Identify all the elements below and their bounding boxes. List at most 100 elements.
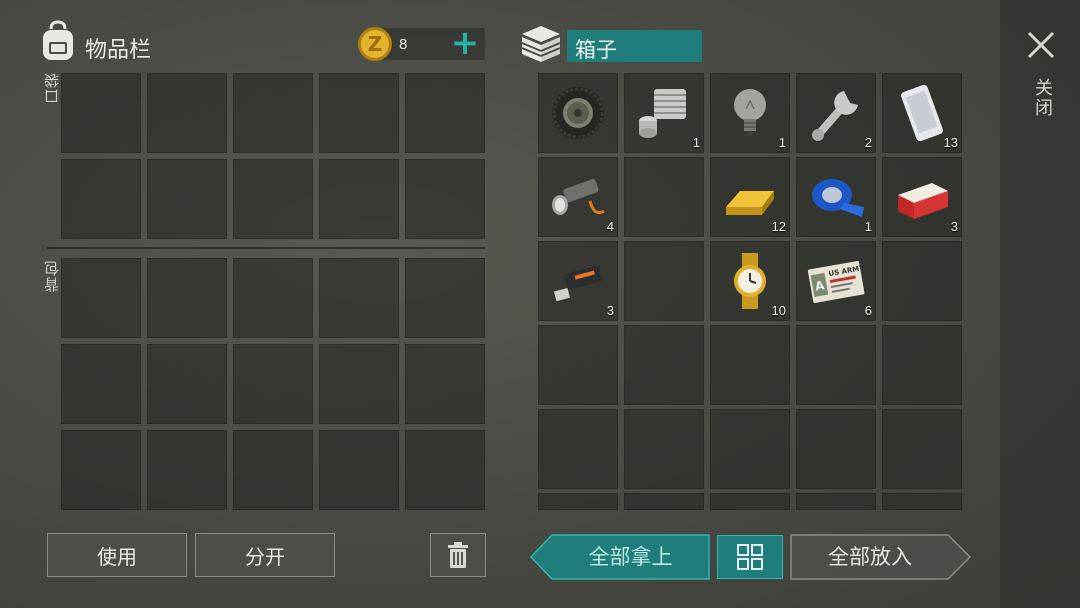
pocket-slot[interactable] bbox=[319, 73, 399, 153]
pocket-slot[interactable] bbox=[405, 73, 485, 153]
container-slot[interactable] bbox=[538, 325, 618, 405]
split-button[interactable]: 分开 bbox=[195, 533, 335, 577]
container-slot[interactable] bbox=[796, 325, 876, 405]
cigarette-pack-icon bbox=[898, 183, 948, 219]
item-quantity: 3 bbox=[950, 219, 958, 234]
container-slot[interactable]: A US ARMY 6 bbox=[796, 241, 876, 321]
inventory-panel: 物品栏 Z 8 + 口袋 背包 使用 分开 bbox=[0, 0, 500, 608]
container-slot[interactable]: 10 bbox=[710, 241, 790, 321]
container-slot[interactable]: 3 bbox=[538, 241, 618, 321]
item-quantity: 1 bbox=[778, 135, 786, 150]
container-slot[interactable] bbox=[624, 409, 704, 489]
coin-icon: Z bbox=[356, 25, 394, 63]
pocket-slot[interactable] bbox=[147, 159, 227, 239]
container-slot[interactable] bbox=[624, 493, 704, 510]
container-slot[interactable] bbox=[796, 493, 876, 510]
backpack-slot[interactable] bbox=[233, 344, 313, 424]
backpack-slot[interactable] bbox=[147, 258, 227, 338]
engine-cylinder-icon bbox=[639, 89, 686, 138]
svg-text:Z: Z bbox=[368, 32, 383, 56]
put-all-label: 全部放入 bbox=[828, 545, 912, 569]
pocket-slot[interactable] bbox=[61, 73, 141, 153]
pocket-slot[interactable] bbox=[233, 73, 313, 153]
usb-drive-icon bbox=[553, 265, 603, 302]
container-slot[interactable] bbox=[882, 493, 962, 510]
item-quantity: 12 bbox=[771, 219, 786, 234]
item-quantity: 13 bbox=[943, 135, 958, 150]
container-slot[interactable] bbox=[624, 325, 704, 405]
container-slot[interactable]: 1 bbox=[624, 73, 704, 153]
pocket-slot[interactable] bbox=[233, 159, 313, 239]
close-button[interactable]: 关闭 bbox=[1018, 28, 1062, 128]
grid-icon bbox=[737, 544, 763, 570]
container-slot[interactable] bbox=[710, 493, 790, 510]
trash-button[interactable] bbox=[430, 533, 486, 577]
take-all-button[interactable]: 全部拿上 bbox=[530, 534, 710, 580]
pocket-label: 口袋 bbox=[43, 72, 61, 104]
backpack-slot[interactable] bbox=[233, 258, 313, 338]
trash-icon bbox=[448, 542, 468, 568]
item-quantity: 10 bbox=[771, 303, 786, 318]
container-slot[interactable] bbox=[538, 409, 618, 489]
item-quantity: 1 bbox=[692, 135, 700, 150]
container-slot[interactable] bbox=[538, 73, 618, 153]
backpack-label: 背包 bbox=[43, 260, 61, 292]
blue-tape-icon bbox=[812, 179, 864, 217]
backpack-slot[interactable] bbox=[319, 344, 399, 424]
put-all-button[interactable]: 全部放入 bbox=[790, 534, 972, 580]
container-grid: 1 1 2 13 4 12 1 3 3 10 A US ARMY 6 bbox=[500, 0, 1000, 608]
flashlight-icon bbox=[552, 179, 605, 215]
backpack-slot[interactable] bbox=[405, 344, 485, 424]
close-icon bbox=[1027, 31, 1055, 59]
backpack-slot[interactable] bbox=[61, 430, 141, 510]
tire-icon bbox=[552, 87, 604, 139]
backpack-slot[interactable] bbox=[233, 430, 313, 510]
container-panel: 箱子 1 1 2 13 4 12 1 3 3 10 A US ARMY 6 全部… bbox=[500, 0, 1000, 608]
container-slot[interactable] bbox=[796, 409, 876, 489]
wrench-icon bbox=[812, 91, 858, 141]
item-quantity: 6 bbox=[864, 303, 872, 318]
container-slot[interactable]: 3 bbox=[882, 157, 962, 237]
pocket-slot[interactable] bbox=[61, 159, 141, 239]
container-slot[interactable]: 13 bbox=[882, 73, 962, 153]
container-slot[interactable] bbox=[538, 493, 618, 510]
container-slot[interactable]: 12 bbox=[710, 157, 790, 237]
coin-count: 8 bbox=[399, 36, 408, 53]
container-slot[interactable] bbox=[624, 157, 704, 237]
section-divider bbox=[47, 247, 485, 249]
container-slot[interactable]: 4 bbox=[538, 157, 618, 237]
pocket-slot[interactable] bbox=[405, 159, 485, 239]
sort-button[interactable] bbox=[717, 535, 783, 579]
item-quantity: 3 bbox=[606, 303, 614, 318]
take-all-label: 全部拿上 bbox=[588, 545, 673, 569]
container-slot[interactable]: 1 bbox=[710, 73, 790, 153]
item-quantity: 4 bbox=[606, 219, 614, 234]
item-quantity: 1 bbox=[864, 219, 872, 234]
use-button[interactable]: 使用 bbox=[47, 533, 187, 577]
backpack-slot[interactable] bbox=[405, 430, 485, 510]
container-slot[interactable] bbox=[882, 409, 962, 489]
backpack-slot[interactable] bbox=[319, 258, 399, 338]
add-coins-button[interactable]: + bbox=[450, 24, 480, 62]
container-slot[interactable] bbox=[710, 325, 790, 405]
backpack-slot[interactable] bbox=[61, 344, 141, 424]
army-id-card-icon: A US ARMY bbox=[807, 261, 866, 303]
close-label: 关闭 bbox=[1032, 78, 1053, 118]
backpack-slot[interactable] bbox=[61, 258, 141, 338]
container-slot[interactable] bbox=[710, 409, 790, 489]
item-quantity: 2 bbox=[864, 135, 872, 150]
container-slot[interactable]: 2 bbox=[796, 73, 876, 153]
container-slot[interactable] bbox=[882, 325, 962, 405]
container-slot[interactable]: 1 bbox=[796, 157, 876, 237]
pocket-slot[interactable] bbox=[147, 73, 227, 153]
backpack-slot[interactable] bbox=[147, 344, 227, 424]
backpack-icon bbox=[38, 20, 78, 62]
pocket-slot[interactable] bbox=[319, 159, 399, 239]
backpack-slot[interactable] bbox=[319, 430, 399, 510]
backpack-slot[interactable] bbox=[147, 430, 227, 510]
light-bulb-icon bbox=[734, 89, 766, 135]
inventory-title: 物品栏 bbox=[85, 38, 152, 63]
backpack-slot[interactable] bbox=[405, 258, 485, 338]
container-slot[interactable] bbox=[624, 241, 704, 321]
container-slot[interactable] bbox=[882, 241, 962, 321]
